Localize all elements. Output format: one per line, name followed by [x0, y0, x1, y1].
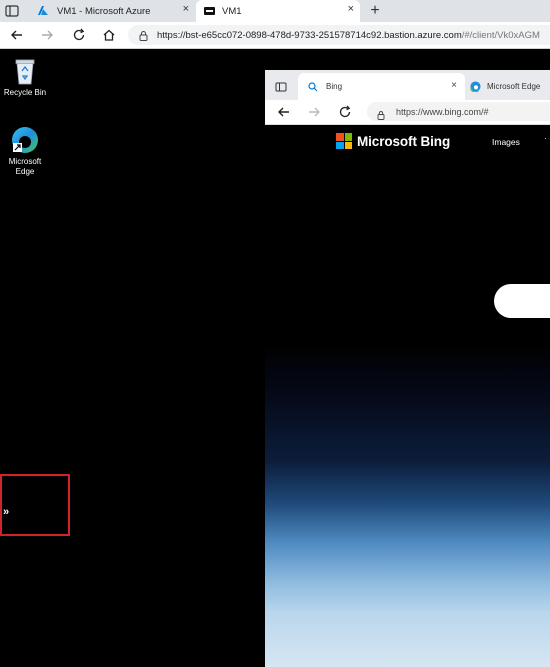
forward-button[interactable] [38, 26, 56, 44]
bing-search-box[interactable] [494, 284, 550, 318]
inner-tab-bing[interactable]: Bing × [298, 73, 465, 100]
inner-toolbar: https://www.bing.com/# [265, 100, 550, 125]
url-path: /#/client/Vk0xAGM [461, 29, 540, 41]
forward-arrow-icon [309, 107, 320, 117]
edge-icon [10, 125, 40, 155]
outer-tab-strip: VM1 - Microsoft Azure × VM1 × + [0, 0, 550, 22]
new-tab-button[interactable]: + [366, 1, 384, 21]
edge-icon [470, 81, 481, 93]
inner-address-bar[interactable]: https://www.bing.com/# [367, 102, 550, 121]
bing-logo[interactable]: Microsoft Bing [336, 133, 450, 149]
home-button[interactable] [100, 26, 118, 44]
back-arrow-icon [278, 107, 289, 117]
nav-more-dot[interactable]: · [544, 134, 547, 143]
url-host: https://bst-e65cc072-0898-478d-9733-2515… [157, 29, 462, 41]
search-icon [308, 81, 318, 92]
bing-brand-text: Microsoft Bing [357, 133, 451, 149]
inner-refresh-button[interactable] [336, 103, 354, 121]
lock-icon [139, 30, 148, 41]
inner-tab-strip: Bing × Microsoft Edge [265, 70, 550, 100]
tab-label: VM1 - Microsoft Azure [57, 5, 151, 17]
tab-label: Bing [326, 82, 343, 91]
expand-chevron-icon[interactable]: » [3, 506, 9, 518]
inner-edge-window: Bing × Microsoft Edge https://www.bing.c… [265, 70, 550, 667]
outer-toolbar: https://bst-e65cc072-0898-478d-9733-2515… [0, 22, 550, 49]
outer-address-bar[interactable]: https://bst-e65cc072-0898-478d-9733-2515… [128, 25, 550, 45]
tab-actions-icon[interactable] [4, 3, 20, 19]
azure-icon [37, 5, 49, 17]
inner-forward-button[interactable] [305, 103, 323, 121]
inner-tab-edge[interactable]: Microsoft Edge [465, 73, 550, 100]
close-tab-icon[interactable]: × [348, 3, 354, 15]
remote-desktop-icon [204, 7, 215, 15]
inner-tab-actions-icon[interactable] [275, 80, 287, 92]
nav-images-link[interactable]: Images [492, 137, 520, 147]
remote-desktop: Recycle Bin Microsoft Edge » Bing × Micr… [0, 49, 550, 667]
tab-vm1[interactable]: VM1 × [196, 0, 360, 22]
inner-url: https://www.bing.com/# [396, 106, 489, 117]
inner-back-button[interactable] [275, 103, 293, 121]
microsoft-logo-icon [336, 133, 352, 149]
tab-label: Microsoft Edge [487, 82, 541, 91]
tab-label: VM1 [222, 5, 242, 17]
refresh-icon [339, 105, 351, 118]
session-panel-toggle[interactable]: » [0, 474, 70, 536]
desktop-icon-label: Microsoft Edge [8, 157, 42, 176]
bing-homepage: Microsoft Bing Images · [265, 125, 550, 667]
desktop-icon-edge[interactable]: Microsoft Edge [0, 125, 50, 177]
desktop-icon-label: Recycle Bin [3, 88, 47, 97]
refresh-icon [73, 28, 85, 41]
refresh-button[interactable] [70, 26, 88, 44]
back-button[interactable] [8, 26, 26, 44]
close-tab-icon[interactable]: × [451, 80, 457, 91]
outer-url: https://bst-e65cc072-0898-478d-9733-2515… [157, 30, 540, 41]
home-icon [103, 29, 115, 41]
close-tab-icon[interactable]: × [183, 3, 189, 15]
desktop-icon-recycle-bin[interactable]: Recycle Bin [0, 56, 50, 98]
forward-arrow-icon [42, 30, 53, 40]
back-arrow-icon [11, 30, 22, 40]
lock-icon [376, 107, 386, 120]
tab-azure[interactable]: VM1 - Microsoft Azure × [31, 0, 195, 22]
recycle-bin-icon [13, 56, 37, 86]
